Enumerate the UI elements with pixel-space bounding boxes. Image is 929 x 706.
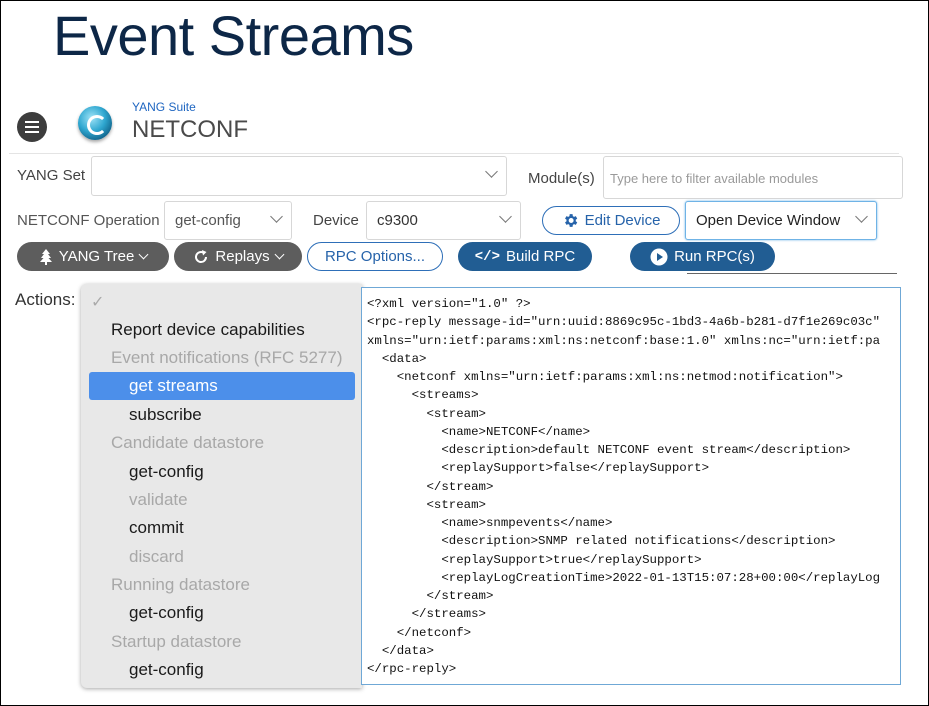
yang-tree-button[interactable]: YANG Tree <box>17 242 169 271</box>
code-icon: </> <box>474 248 500 265</box>
slide-title: Event Streams <box>53 4 414 67</box>
refresh-icon <box>195 249 208 263</box>
menu-item-running-get-config[interactable]: get-config <box>81 599 362 627</box>
modules-filter-placeholder: Type here to filter available modules <box>610 171 819 186</box>
menu-item-discard: discard <box>129 547 184 566</box>
actions-label: Actions: <box>15 290 76 309</box>
header-divider <box>9 153 899 154</box>
run-rpc-label: Run RPC(s) <box>674 248 755 265</box>
chevron-down-icon <box>855 210 868 223</box>
actions-dropdown-menu: ✓ Report device capabilities Event notifi… <box>81 284 362 688</box>
build-rpc-label: Build RPC <box>506 248 576 265</box>
menu-item-get-streams[interactable]: get streams <box>89 372 355 400</box>
tree-icon <box>39 248 52 265</box>
yangsuite-logo-icon <box>78 106 112 140</box>
rpc-reply-output[interactable]: <?xml version="1.0" ?> <rpc-reply messag… <box>361 287 901 685</box>
device-value: c9300 <box>377 212 418 229</box>
netconf-operation-select[interactable]: get-config <box>164 201 292 240</box>
open-device-window-select[interactable]: Open Device Window <box>685 201 877 240</box>
yang-tree-label: YANG Tree <box>58 248 135 265</box>
edit-device-label: Edit Device <box>584 212 661 229</box>
menu-item-candidate-get-config[interactable]: get-config <box>81 458 362 486</box>
chevron-down-icon <box>270 210 283 223</box>
menu-item-report-capabilities[interactable]: Report device capabilities <box>81 316 362 344</box>
modules-label: Module(s) <box>528 170 595 187</box>
device-label: Device <box>313 212 359 229</box>
netconf-operation-value: get-config <box>175 212 241 229</box>
build-rpc-button[interactable]: </> Build RPC <box>458 242 592 271</box>
menu-item-startup-header: Startup datastore <box>111 632 242 651</box>
menu-item-validate: validate <box>129 490 188 509</box>
checkmark-icon: ✓ <box>91 294 105 311</box>
device-select[interactable]: c9300 <box>366 201 521 240</box>
app-title: NETCONF <box>132 116 248 143</box>
menu-item-commit[interactable]: commit <box>81 514 362 542</box>
panel-divider <box>687 273 897 274</box>
gear-icon <box>564 214 577 227</box>
rpc-options-label: RPC Options... <box>324 248 426 265</box>
edit-device-button[interactable]: Edit Device <box>542 206 680 235</box>
menu-item-candidate-header: Candidate datastore <box>111 433 265 452</box>
yang-set-label: YANG Set <box>17 167 86 184</box>
menu-item-startup-get-config[interactable]: get-config <box>81 656 362 684</box>
modules-filter-input[interactable]: Type here to filter available modules <box>603 156 903 199</box>
rpc-reply-xml: <?xml version="1.0" ?> <rpc-reply messag… <box>367 297 881 676</box>
chevron-down-icon <box>499 210 512 223</box>
open-device-window-value: Open Device Window <box>696 212 841 229</box>
replays-button[interactable]: Replays <box>174 242 302 271</box>
menu-item-running-header: Running datastore <box>111 575 250 594</box>
netconf-operation-label: NETCONF Operation <box>17 212 160 229</box>
run-rpc-button[interactable]: Run RPC(s) <box>630 242 775 271</box>
yang-set-select[interactable] <box>91 156 507 196</box>
chevron-down-icon <box>485 165 498 178</box>
menu-item-subscribe[interactable]: subscribe <box>81 401 362 429</box>
replays-label: Replays <box>215 248 270 265</box>
rpc-options-button[interactable]: RPC Options... <box>307 242 443 271</box>
chevron-down-icon <box>274 249 285 260</box>
play-circle-icon <box>650 248 668 265</box>
menu-item-event-notifications-header: Event notifications (RFC 5277) <box>111 348 343 367</box>
hamburger-menu-icon[interactable] <box>17 112 47 142</box>
slide-frame: Event Streams YANG Suite NETCONF YANG Se… <box>0 0 929 706</box>
chevron-down-icon <box>138 249 149 260</box>
app-subtitle: YANG Suite <box>132 100 196 114</box>
